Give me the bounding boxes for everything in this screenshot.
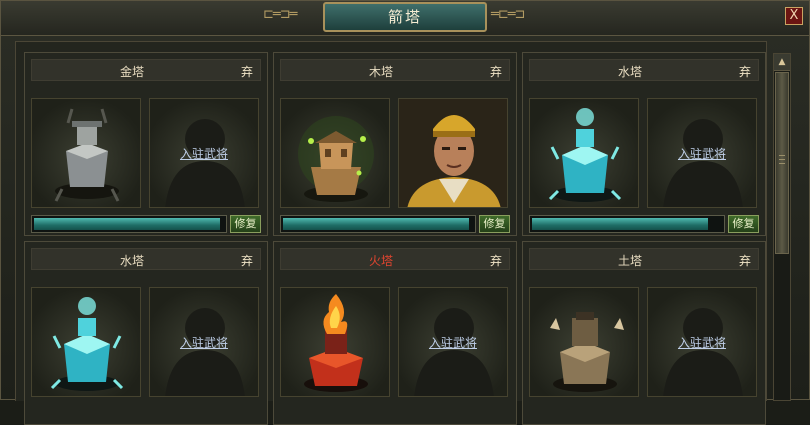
repair-button[interactable]: 修复 xyxy=(230,215,261,233)
tower-image[interactable] xyxy=(31,287,141,397)
durability-bar xyxy=(31,215,227,233)
window-title: 箭塔 xyxy=(323,2,487,32)
close-icon[interactable]: X xyxy=(785,7,803,25)
tower-card-water: 水塔 弃 入驻武将 修复 xyxy=(522,52,766,236)
tower-image[interactable] xyxy=(280,98,390,208)
left-ornament-icon: ⊏═⊐═ xyxy=(263,7,297,22)
assign-general-link[interactable]: 入驻武将 xyxy=(648,145,756,162)
tower-name: 水塔 xyxy=(119,254,144,268)
tower-name: 土塔 xyxy=(617,254,642,268)
card-header: 水塔 弃 xyxy=(31,248,261,270)
tower-image[interactable] xyxy=(529,287,639,397)
wood-tower-icon xyxy=(298,116,374,202)
tower-name: 火塔 xyxy=(368,254,393,268)
durability-bar xyxy=(280,215,476,233)
card-header: 水塔 弃 xyxy=(529,59,759,81)
water-tower-icon xyxy=(548,108,622,202)
arrow-up-icon[interactable]: ▲ xyxy=(774,54,790,71)
title-bar: ⊏═⊐═ ═⊏═⊐ 箭塔 X xyxy=(1,1,809,36)
tower-name: 木塔 xyxy=(368,65,393,79)
repair-button[interactable]: 修复 xyxy=(479,215,510,233)
general-slot[interactable]: 入驻武将 xyxy=(647,287,757,397)
tower-card-earth: 土塔 弃 入驻武将 xyxy=(522,241,766,425)
general-portrait[interactable] xyxy=(398,98,508,208)
tower-card-water-2: 水塔 弃 入驻武将 xyxy=(24,241,268,425)
discard-button[interactable]: 弃 xyxy=(739,252,751,269)
discard-button[interactable]: 弃 xyxy=(241,63,253,80)
water-tower-icon xyxy=(50,297,124,391)
tower-window: ⊏═⊐═ ═⊏═⊐ 箭塔 X 金塔 弃 入驻武将 修复 木塔 弃 修复 水塔 弃… xyxy=(0,0,810,425)
general-slot[interactable]: 入驻武将 xyxy=(398,287,508,397)
card-header: 土塔 弃 xyxy=(529,248,759,270)
general-portrait-icon xyxy=(399,99,507,207)
tower-card-fire: 火塔 弃 入驻武将 xyxy=(273,241,517,425)
grip-line xyxy=(779,159,785,160)
vertical-scrollbar[interactable]: ▲ xyxy=(773,53,791,401)
discard-button[interactable]: 弃 xyxy=(490,252,502,269)
grip-line xyxy=(779,155,785,156)
assign-general-link[interactable]: 入驻武将 xyxy=(150,334,258,351)
repair-button[interactable]: 修复 xyxy=(728,215,759,233)
general-slot[interactable]: 入驻武将 xyxy=(647,98,757,208)
tower-name: 金塔 xyxy=(119,65,144,79)
earth-tower-icon xyxy=(550,312,624,392)
tower-card-gold: 金塔 弃 入驻武将 修复 xyxy=(24,52,268,236)
durability-bar xyxy=(529,215,725,233)
assign-general-link[interactable]: 入驻武将 xyxy=(150,145,258,162)
discard-button[interactable]: 弃 xyxy=(490,63,502,80)
general-slot[interactable]: 入驻武将 xyxy=(149,287,259,397)
scroll-thumb[interactable] xyxy=(775,72,789,254)
tower-image[interactable] xyxy=(280,287,390,397)
discard-button[interactable]: 弃 xyxy=(739,63,751,80)
tower-name: 水塔 xyxy=(617,65,642,79)
durability-fill xyxy=(283,218,469,230)
assign-general-link[interactable]: 入驻武将 xyxy=(648,334,756,351)
fire-tower-icon xyxy=(304,294,368,392)
tower-image[interactable] xyxy=(31,98,141,208)
discard-button[interactable]: 弃 xyxy=(241,252,253,269)
assign-general-link[interactable]: 入驻武将 xyxy=(399,334,507,351)
tower-image[interactable] xyxy=(529,98,639,208)
card-header: 木塔 弃 xyxy=(280,59,510,81)
metal-tower-icon xyxy=(54,108,120,202)
right-ornament-icon: ═⊏═⊐ xyxy=(491,7,525,22)
durability-fill xyxy=(34,218,220,230)
general-slot[interactable]: 入驻武将 xyxy=(149,98,259,208)
grip-line xyxy=(779,163,785,164)
durability-fill xyxy=(532,218,708,230)
card-header: 火塔 弃 xyxy=(280,248,510,270)
tower-card-wood: 木塔 弃 修复 xyxy=(273,52,517,236)
card-header: 金塔 弃 xyxy=(31,59,261,81)
